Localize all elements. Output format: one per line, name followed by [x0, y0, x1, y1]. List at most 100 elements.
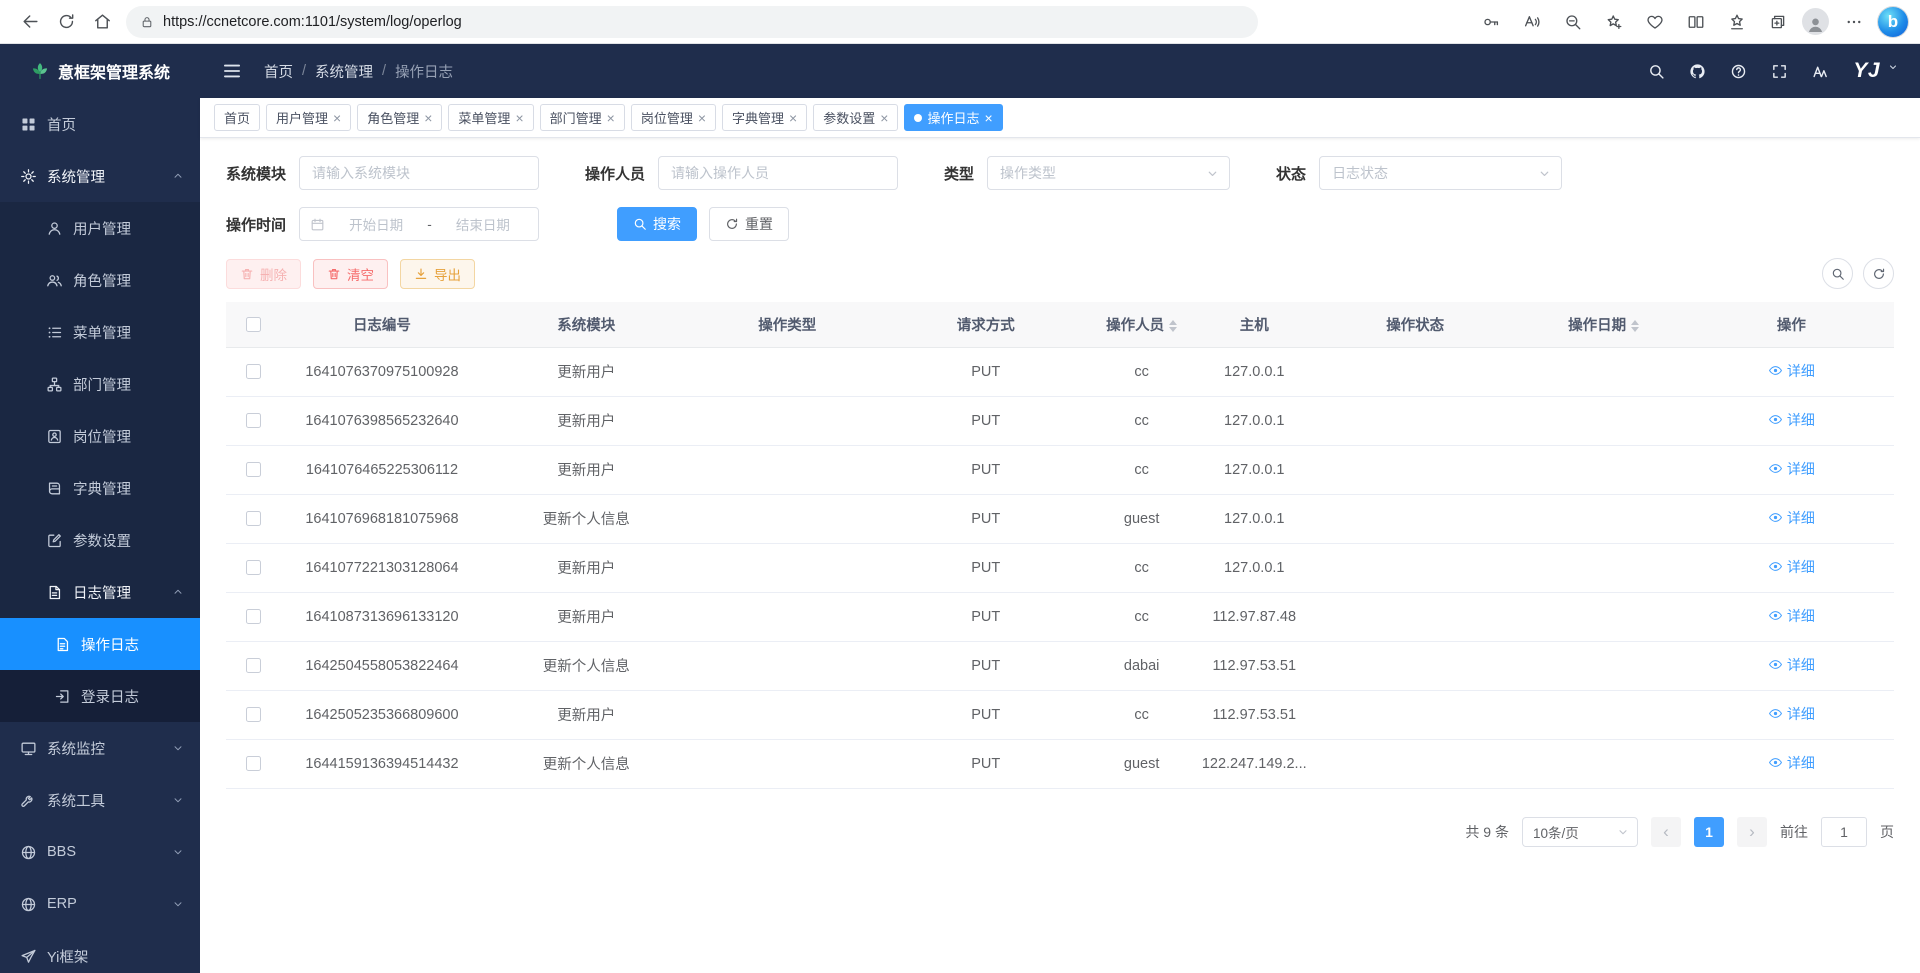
tab-dept-mgmt[interactable]: 部门管理×	[540, 104, 625, 131]
row-checkbox[interactable]	[246, 707, 261, 722]
close-icon[interactable]: ×	[424, 111, 432, 125]
sort-caret[interactable]	[1631, 320, 1639, 333]
row-checkbox[interactable]	[246, 609, 261, 624]
operator-input[interactable]	[658, 156, 898, 190]
fullscreen-button[interactable]	[1771, 63, 1788, 80]
goto-page-input[interactable]	[1821, 817, 1867, 847]
breadcrumb-item[interactable]: 首页	[264, 61, 293, 82]
sidebar-item-role-mgmt[interactable]: 角色管理	[0, 254, 200, 306]
row-checkbox[interactable]	[246, 658, 261, 673]
address-bar[interactable]: https://ccnetcore.com:1101/system/log/op…	[126, 6, 1258, 38]
close-icon[interactable]: ×	[333, 111, 341, 125]
menu-fold-button[interactable]	[222, 61, 242, 81]
favorites-button[interactable]	[1720, 5, 1753, 38]
sidebar-item-bbs[interactable]: BBS	[0, 826, 200, 878]
detail-link[interactable]: 详细	[1768, 655, 1815, 675]
refresh-button[interactable]	[48, 4, 84, 40]
sidebar-item-login-log[interactable]: 登录日志	[0, 670, 200, 722]
sidebar-item-system-tools[interactable]: 系统工具	[0, 774, 200, 826]
detail-link[interactable]: 详细	[1768, 606, 1815, 626]
reset-button[interactable]: 重置	[709, 207, 789, 241]
status-select[interactable]: 日志状态	[1319, 156, 1562, 190]
home-button[interactable]	[84, 4, 120, 40]
detail-link[interactable]: 详细	[1768, 361, 1815, 381]
row-checkbox[interactable]	[246, 560, 261, 575]
close-icon[interactable]: ×	[789, 111, 797, 125]
date-range-picker[interactable]: 开始日期 - 结束日期	[299, 207, 539, 241]
split-screen-button[interactable]	[1679, 5, 1712, 38]
sort-caret[interactable]	[1169, 320, 1177, 333]
back-button[interactable]	[12, 4, 48, 40]
detail-link[interactable]: 详细	[1768, 704, 1815, 724]
page-number-button[interactable]: 1	[1694, 817, 1724, 847]
module-input[interactable]	[299, 156, 539, 190]
tab-oper-log[interactable]: 操作日志×	[904, 104, 1002, 131]
tab-dict-mgmt[interactable]: 字典管理×	[722, 104, 807, 131]
sidebar-item-system-mgmt[interactable]: 系统管理	[0, 150, 200, 202]
sidebar-item-erp[interactable]: ERP	[0, 878, 200, 930]
tab-user-mgmt[interactable]: 用户管理×	[266, 104, 351, 131]
read-aloud-button[interactable]	[1515, 5, 1548, 38]
row-checkbox[interactable]	[246, 364, 261, 379]
col-date[interactable]: 操作日期	[1519, 302, 1689, 347]
prev-page-button[interactable]: ‹	[1651, 817, 1681, 847]
row-checkbox[interactable]	[246, 511, 261, 526]
search-button[interactable]: 搜索	[617, 207, 697, 241]
close-icon[interactable]: ×	[880, 111, 888, 125]
sidebar-item-oper-log[interactable]: 操作日志	[0, 618, 200, 670]
detail-link[interactable]: 详细	[1768, 508, 1815, 528]
breadcrumb-item[interactable]: 系统管理	[315, 61, 373, 82]
sidebar-item-post-mgmt[interactable]: 岗位管理	[0, 410, 200, 462]
clear-button[interactable]: 清空	[313, 259, 388, 289]
close-icon[interactable]: ×	[698, 111, 706, 125]
sidebar-item-user-mgmt[interactable]: 用户管理	[0, 202, 200, 254]
row-checkbox[interactable]	[246, 462, 261, 477]
close-icon[interactable]: ×	[515, 111, 523, 125]
user-logo[interactable]: YJ	[1853, 59, 1880, 83]
tab-menu-mgmt[interactable]: 菜单管理×	[448, 104, 533, 131]
page-size-select[interactable]: 10条/页	[1522, 817, 1638, 847]
github-button[interactable]	[1689, 63, 1706, 80]
row-checkbox[interactable]	[246, 413, 261, 428]
select-all-checkbox[interactable]	[246, 317, 261, 332]
cell-id: 1641077221303128064	[281, 543, 483, 592]
help-button[interactable]	[1730, 63, 1747, 80]
tab-home[interactable]: 首页	[214, 104, 260, 131]
sidebar-item-param-settings[interactable]: 参数设置	[0, 514, 200, 566]
zoom-button[interactable]	[1556, 5, 1589, 38]
password-button[interactable]	[1474, 5, 1507, 38]
browser-menu-button[interactable]	[1837, 5, 1870, 38]
collections-button[interactable]	[1761, 5, 1794, 38]
export-button[interactable]: 导出	[400, 259, 475, 289]
tab-param-settings[interactable]: 参数设置×	[813, 104, 898, 131]
type-select[interactable]: 操作类型	[987, 156, 1230, 190]
user-menu-caret[interactable]	[1888, 62, 1898, 72]
header-search-button[interactable]	[1648, 63, 1665, 80]
sidebar-item-menu-mgmt[interactable]: 菜单管理	[0, 306, 200, 358]
detail-link[interactable]: 详细	[1768, 410, 1815, 430]
detail-link[interactable]: 详细	[1768, 557, 1815, 577]
detail-link[interactable]: 详细	[1768, 753, 1815, 773]
close-icon[interactable]: ×	[607, 111, 615, 125]
col-operator[interactable]: 操作人员	[1087, 302, 1197, 347]
profile-avatar[interactable]	[1802, 8, 1829, 35]
add-favorite-button[interactable]	[1597, 5, 1630, 38]
sidebar-item-dict-mgmt[interactable]: 字典管理	[0, 462, 200, 514]
browser-essentials-button[interactable]	[1638, 5, 1671, 38]
bing-icon[interactable]: b	[1878, 7, 1908, 37]
close-icon[interactable]: ×	[984, 111, 992, 125]
sidebar-item-system-monitor[interactable]: 系统监控	[0, 722, 200, 774]
sidebar-item-log-mgmt[interactable]: 日志管理	[0, 566, 200, 618]
font-size-button[interactable]	[1812, 63, 1829, 80]
sidebar-item-yi-framework[interactable]: Yi框架	[0, 930, 200, 973]
row-checkbox[interactable]	[246, 756, 261, 771]
tab-role-mgmt[interactable]: 角色管理×	[357, 104, 442, 131]
next-page-button[interactable]: ›	[1737, 817, 1767, 847]
delete-button[interactable]: 删除	[226, 259, 301, 289]
sidebar-item-dept-mgmt[interactable]: 部门管理	[0, 358, 200, 410]
tab-post-mgmt[interactable]: 岗位管理×	[631, 104, 716, 131]
refresh-table-button[interactable]	[1863, 258, 1894, 289]
toggle-search-button[interactable]	[1822, 258, 1853, 289]
detail-link[interactable]: 详细	[1768, 459, 1815, 479]
sidebar-item-home[interactable]: 首页	[0, 98, 200, 150]
